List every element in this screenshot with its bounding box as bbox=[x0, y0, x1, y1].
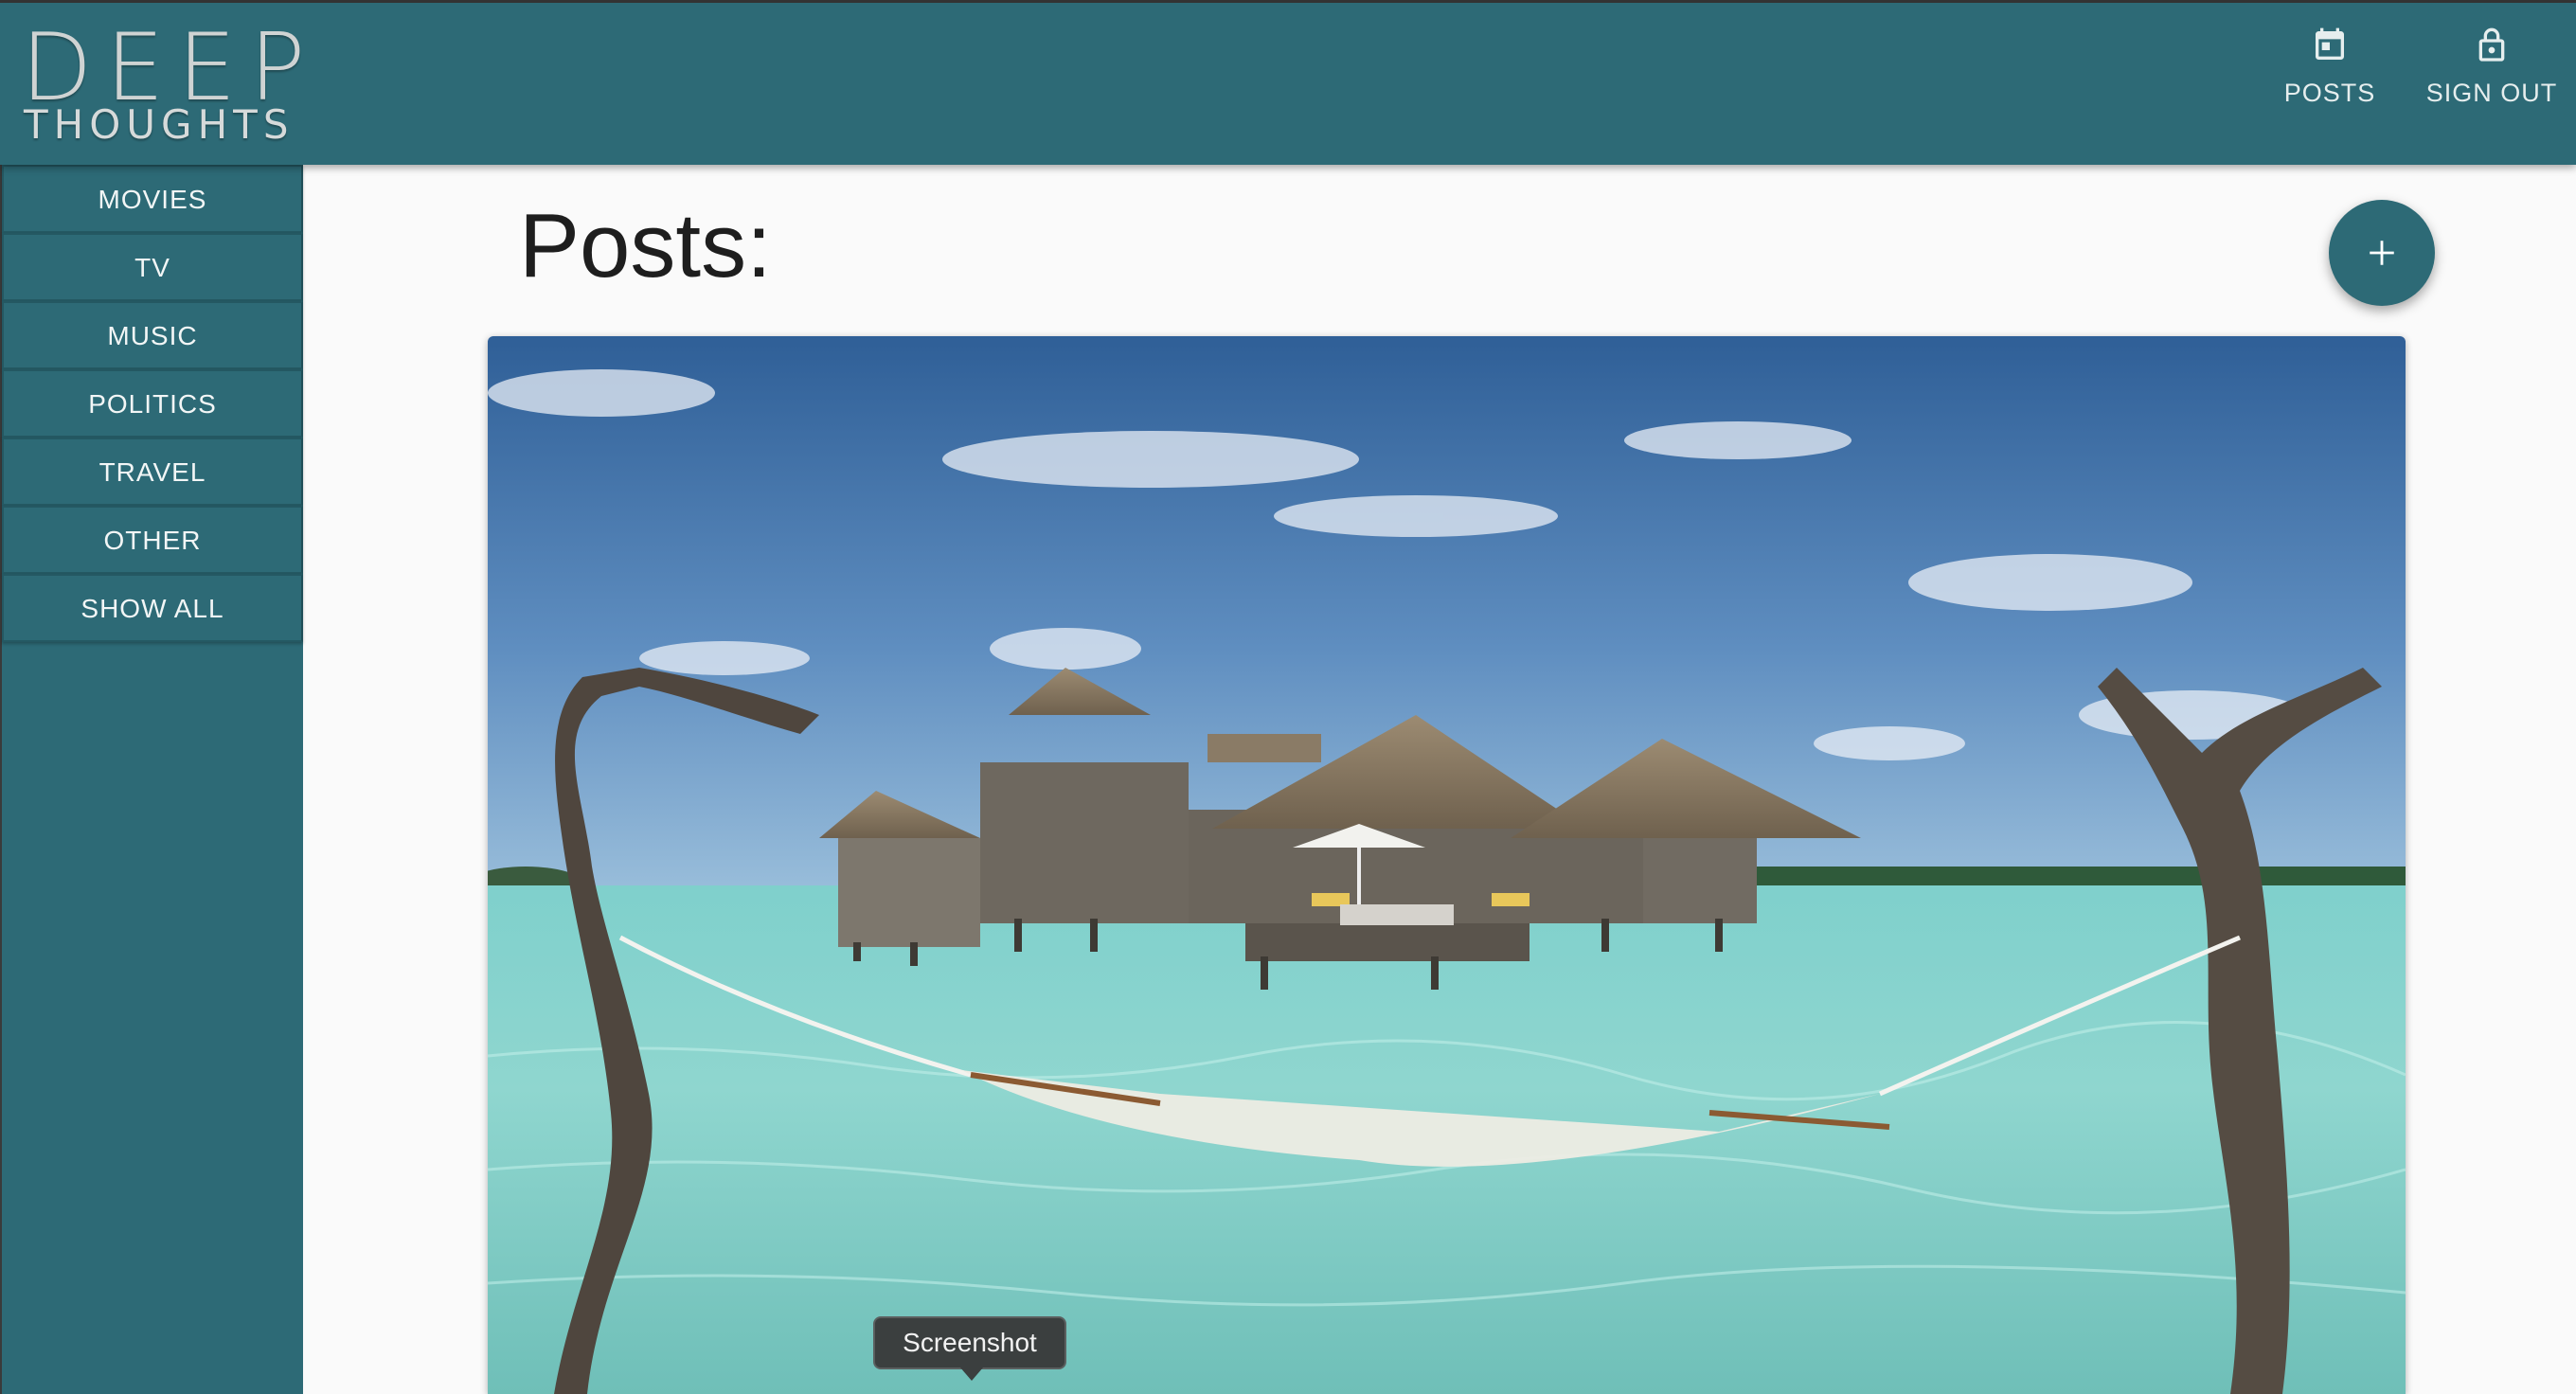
plus-icon bbox=[2370, 241, 2394, 265]
add-post-button[interactable] bbox=[2329, 200, 2435, 306]
app-header: DEEP THOUGHTS POSTS SIGN OUT bbox=[0, 0, 2576, 165]
sidebar-item-show-all[interactable]: SHOW ALL bbox=[2, 574, 303, 642]
sign-out-label: SIGN OUT bbox=[2425, 79, 2558, 107]
lock-icon bbox=[2478, 27, 2505, 62]
sidebar-item-movies[interactable]: MOVIES bbox=[2, 165, 303, 233]
calendar-icon bbox=[2316, 27, 2344, 61]
post-image[interactable] bbox=[488, 336, 2406, 1394]
sidebar-item-other[interactable]: OTHER bbox=[2, 506, 303, 574]
screenshot-tooltip: Screenshot bbox=[873, 1316, 1066, 1369]
category-sidebar: MOVIES TV MUSIC POLITICS TRAVEL OTHER SH… bbox=[0, 165, 303, 1394]
sidebar-item-music[interactable]: MUSIC bbox=[2, 301, 303, 369]
logo-line-2: THOUGHTS bbox=[24, 101, 295, 148]
sign-out-button[interactable]: SIGN OUT bbox=[2413, 26, 2570, 130]
post-card[interactable] bbox=[488, 336, 2406, 1394]
sidebar-item-politics[interactable]: POLITICS bbox=[2, 369, 303, 438]
logo[interactable]: DEEP THOUGHTS bbox=[21, 22, 305, 148]
tooltip-arrow bbox=[960, 1367, 983, 1381]
posts-label: POSTS bbox=[2283, 79, 2376, 107]
page-title: Posts: bbox=[519, 195, 772, 296]
posts-button[interactable]: POSTS bbox=[2262, 26, 2398, 130]
sidebar-item-tv[interactable]: TV bbox=[2, 233, 303, 301]
sidebar-item-travel[interactable]: TRAVEL bbox=[2, 438, 303, 506]
